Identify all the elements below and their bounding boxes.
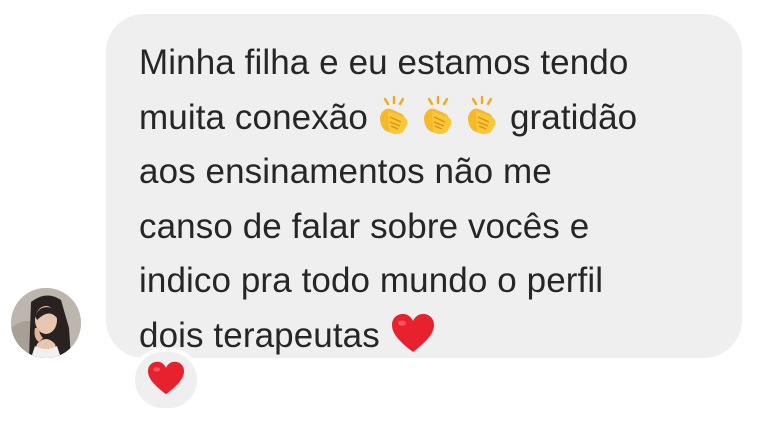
message-line-2: muita conexão gratidão: [139, 91, 722, 146]
message-line-2-text: muita conexão: [139, 97, 368, 137]
sender-avatar[interactable]: [11, 288, 81, 358]
clapping-hands-emoji-group: [374, 91, 506, 146]
message-bubble[interactable]: Minha filha e eu estamos tendo muita con…: [106, 14, 742, 358]
message-line-3: aos ensinamentos não me: [139, 152, 552, 191]
message-line-2-continuation: gratidão: [509, 97, 638, 137]
red-heart-icon: [390, 312, 436, 354]
profile-photo: [11, 288, 81, 358]
clapping-hands-icon: [418, 95, 458, 135]
message-line-1: Minha filha e eu estamos tendo: [139, 43, 629, 82]
direct-message-thread: Minha filha e eu estamos tendo muita con…: [0, 0, 768, 425]
clapping-hands-icon: [374, 95, 414, 135]
message-line-5: indico pra todo mundo o perfil: [139, 261, 604, 300]
message-line-4: canso de falar sobre vocês e: [139, 206, 590, 246]
red-heart-icon: [146, 360, 186, 401]
reaction-badge[interactable]: [131, 348, 201, 412]
clapping-hands-icon: [462, 95, 502, 135]
message-line-6: dois terapeutas: [139, 309, 722, 364]
